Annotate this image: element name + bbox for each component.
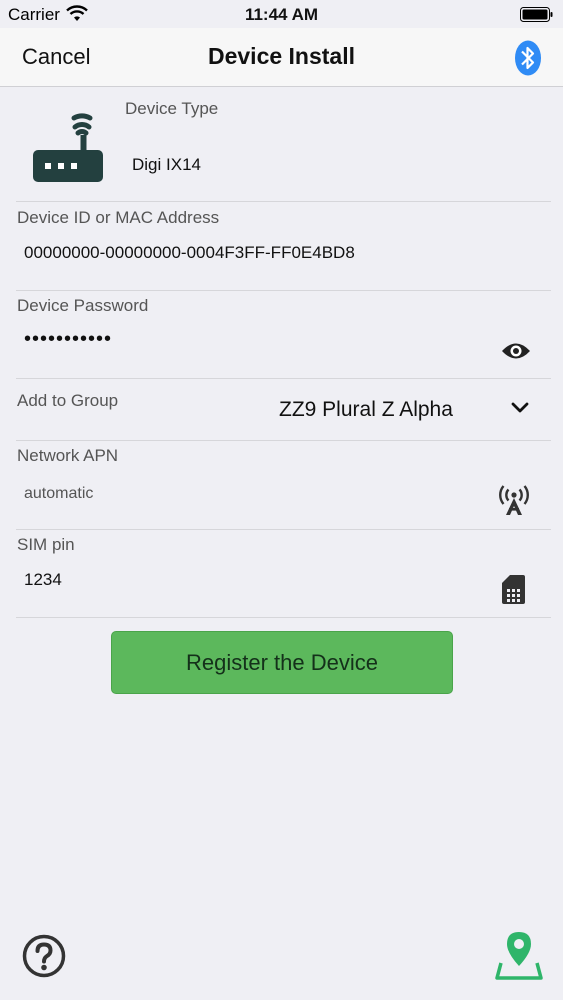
bluetooth-icon[interactable] [514,40,542,76]
battery-icon [520,7,553,22]
page-title: Device Install [207,43,356,69]
apn-label: Network APN [17,446,119,465]
divider [16,378,551,379]
divider [16,440,551,441]
chevron-down-icon[interactable] [511,402,529,414]
divider [16,201,551,202]
register-device-button[interactable]: Register the Device [111,631,453,694]
status-bar: Carrier 11:44 AM [0,0,563,28]
sim-pin-field[interactable]: 1234 [24,570,62,590]
group-select[interactable]: ZZ9 Plural Z Alpha [279,398,453,422]
status-time: 11:44 AM [244,5,319,24]
map-pin-icon[interactable] [494,930,544,982]
sim-pin-label: SIM pin [17,535,75,554]
navigation-bar: Cancel Device Install [0,28,563,87]
antenna-icon[interactable] [497,485,531,516]
router-icon [33,113,103,182]
divider [16,617,551,618]
group-label: Add to Group [17,391,119,410]
apn-field[interactable]: automatic [24,485,93,503]
eye-icon[interactable] [501,340,531,362]
device-id-label: Device ID or MAC Address [17,208,220,227]
help-icon[interactable] [22,934,66,978]
divider [16,529,551,530]
sim-card-icon [502,575,525,604]
device-password-field[interactable]: ••••••••••• [24,328,112,351]
divider [16,290,551,291]
device-password-label: Device Password [17,296,149,315]
device-type-value[interactable]: Digi IX14 [132,155,201,175]
device-id-field[interactable]: 00000000-00000000-0004F3FF-FF0E4BD8 [24,243,355,263]
device-type-label: Device Type [125,99,219,118]
